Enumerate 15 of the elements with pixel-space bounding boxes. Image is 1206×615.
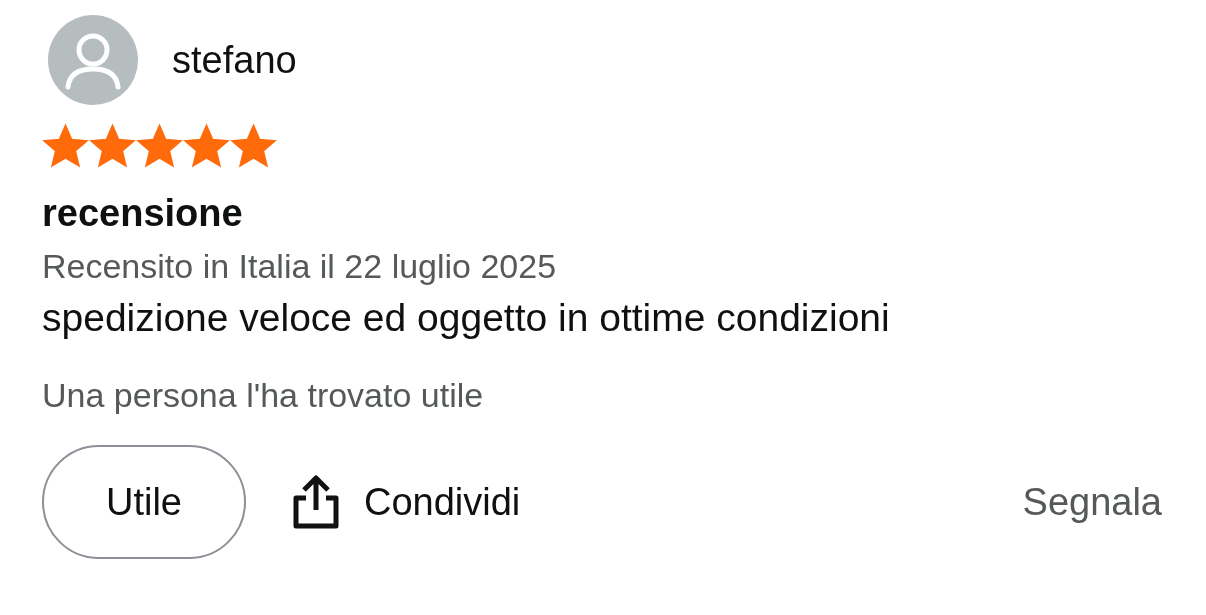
review-date: Recensito in Italia il 22 luglio 2025 [42, 247, 558, 286]
star-icon [230, 123, 277, 170]
star-icon [42, 123, 89, 170]
review-title: recensione [42, 192, 244, 235]
star-icon [136, 123, 183, 170]
share-icon[interactable] [292, 474, 340, 530]
star-icon [183, 123, 230, 170]
report-link[interactable]: Segnala [1022, 480, 1162, 524]
helpful-button[interactable]: Utile [42, 445, 246, 559]
helpful-count: Una persona l'ha trovato utile [42, 376, 485, 415]
review-text: spedizione veloce ed oggetto in ottime condizioni [42, 296, 891, 340]
author-name: stefano [172, 38, 297, 82]
star-icon [89, 123, 136, 170]
avatar-icon [48, 15, 138, 105]
share-button[interactable]: Condividi [364, 480, 521, 524]
